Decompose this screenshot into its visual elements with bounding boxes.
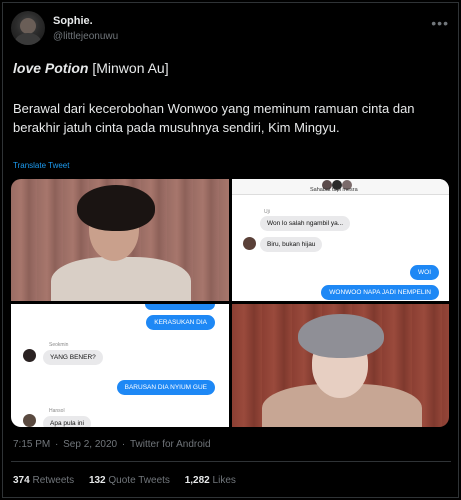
tweet-text: Berawal dari kecerobohan Wonwoo yang mem… [13, 101, 415, 135]
chat-screenshot-bottom[interactable]: KERASUKAN DIA Seokmin YANG BENER? BARUSA… [11, 304, 229, 427]
title-bold: love Potion [13, 60, 89, 76]
chat-message: BARUSAN DIA NYIUM GUE [116, 380, 215, 395]
chat-message: WOI [410, 265, 439, 280]
avatar[interactable] [11, 11, 45, 45]
chat-message: KERASUKAN DIA [146, 315, 215, 330]
user-handle[interactable]: @littlejeonuwu [53, 31, 118, 42]
divider [11, 461, 451, 462]
display-name[interactable]: Sophie. [53, 15, 93, 27]
more-options-icon[interactable]: ••• [431, 15, 449, 31]
chat-message: Won lo salah ngambil ya... [260, 216, 351, 231]
tweet-time[interactable]: 7:15 PM [13, 439, 50, 450]
photo-wonwoo[interactable] [232, 304, 449, 427]
photo-image [232, 304, 449, 427]
tweet-meta: 7:15 PM · Sep 2, 2020 · Twitter for Andr… [13, 439, 211, 450]
quote-tweets-stat[interactable]: 132 Quote Tweets [89, 475, 170, 486]
photo-image [11, 179, 229, 301]
translate-tweet-link[interactable]: Translate Tweet [13, 161, 69, 170]
chat-message: WONWOO NAPA JADI NEMPELIN [321, 285, 439, 300]
chat-sender: Uji [264, 209, 270, 215]
photo-mingyu[interactable] [11, 179, 229, 301]
chat-screenshot-top[interactable]: Sahabat tapi mesra Uji Won lo salah ngam… [232, 179, 449, 301]
chat-sender: Seokmin [49, 342, 69, 348]
chat-message: Apa pula ini [43, 416, 91, 427]
tweet-container: Sophie. @littlejeonuwu ••• love Potion [… [2, 2, 459, 498]
title-rest: [Minwon Au] [88, 60, 169, 76]
tweet-header: Sophie. @littlejeonuwu ••• [11, 11, 451, 51]
chat-message: YANG BENER? [43, 350, 103, 365]
tweet-title: love Potion [Minwon Au] [13, 60, 443, 76]
retweets-stat[interactable]: 374 Retweets [13, 475, 74, 486]
tweet-date[interactable]: Sep 2, 2020 [63, 439, 117, 450]
chat-group-name: Sahabat tapi mesra [310, 187, 358, 193]
chat-sender: Hansol [49, 408, 65, 414]
tweet-source[interactable]: Twitter for Android [130, 439, 211, 450]
media-grid[interactable]: Sahabat tapi mesra Uji Won lo salah ngam… [11, 179, 449, 427]
chat-message: Biru, bukan hijau [260, 237, 323, 252]
likes-stat[interactable]: 1,282 Likes [185, 475, 236, 486]
tweet-stats: 374 Retweets 132 Quote Tweets 1,282 Like… [13, 475, 248, 486]
